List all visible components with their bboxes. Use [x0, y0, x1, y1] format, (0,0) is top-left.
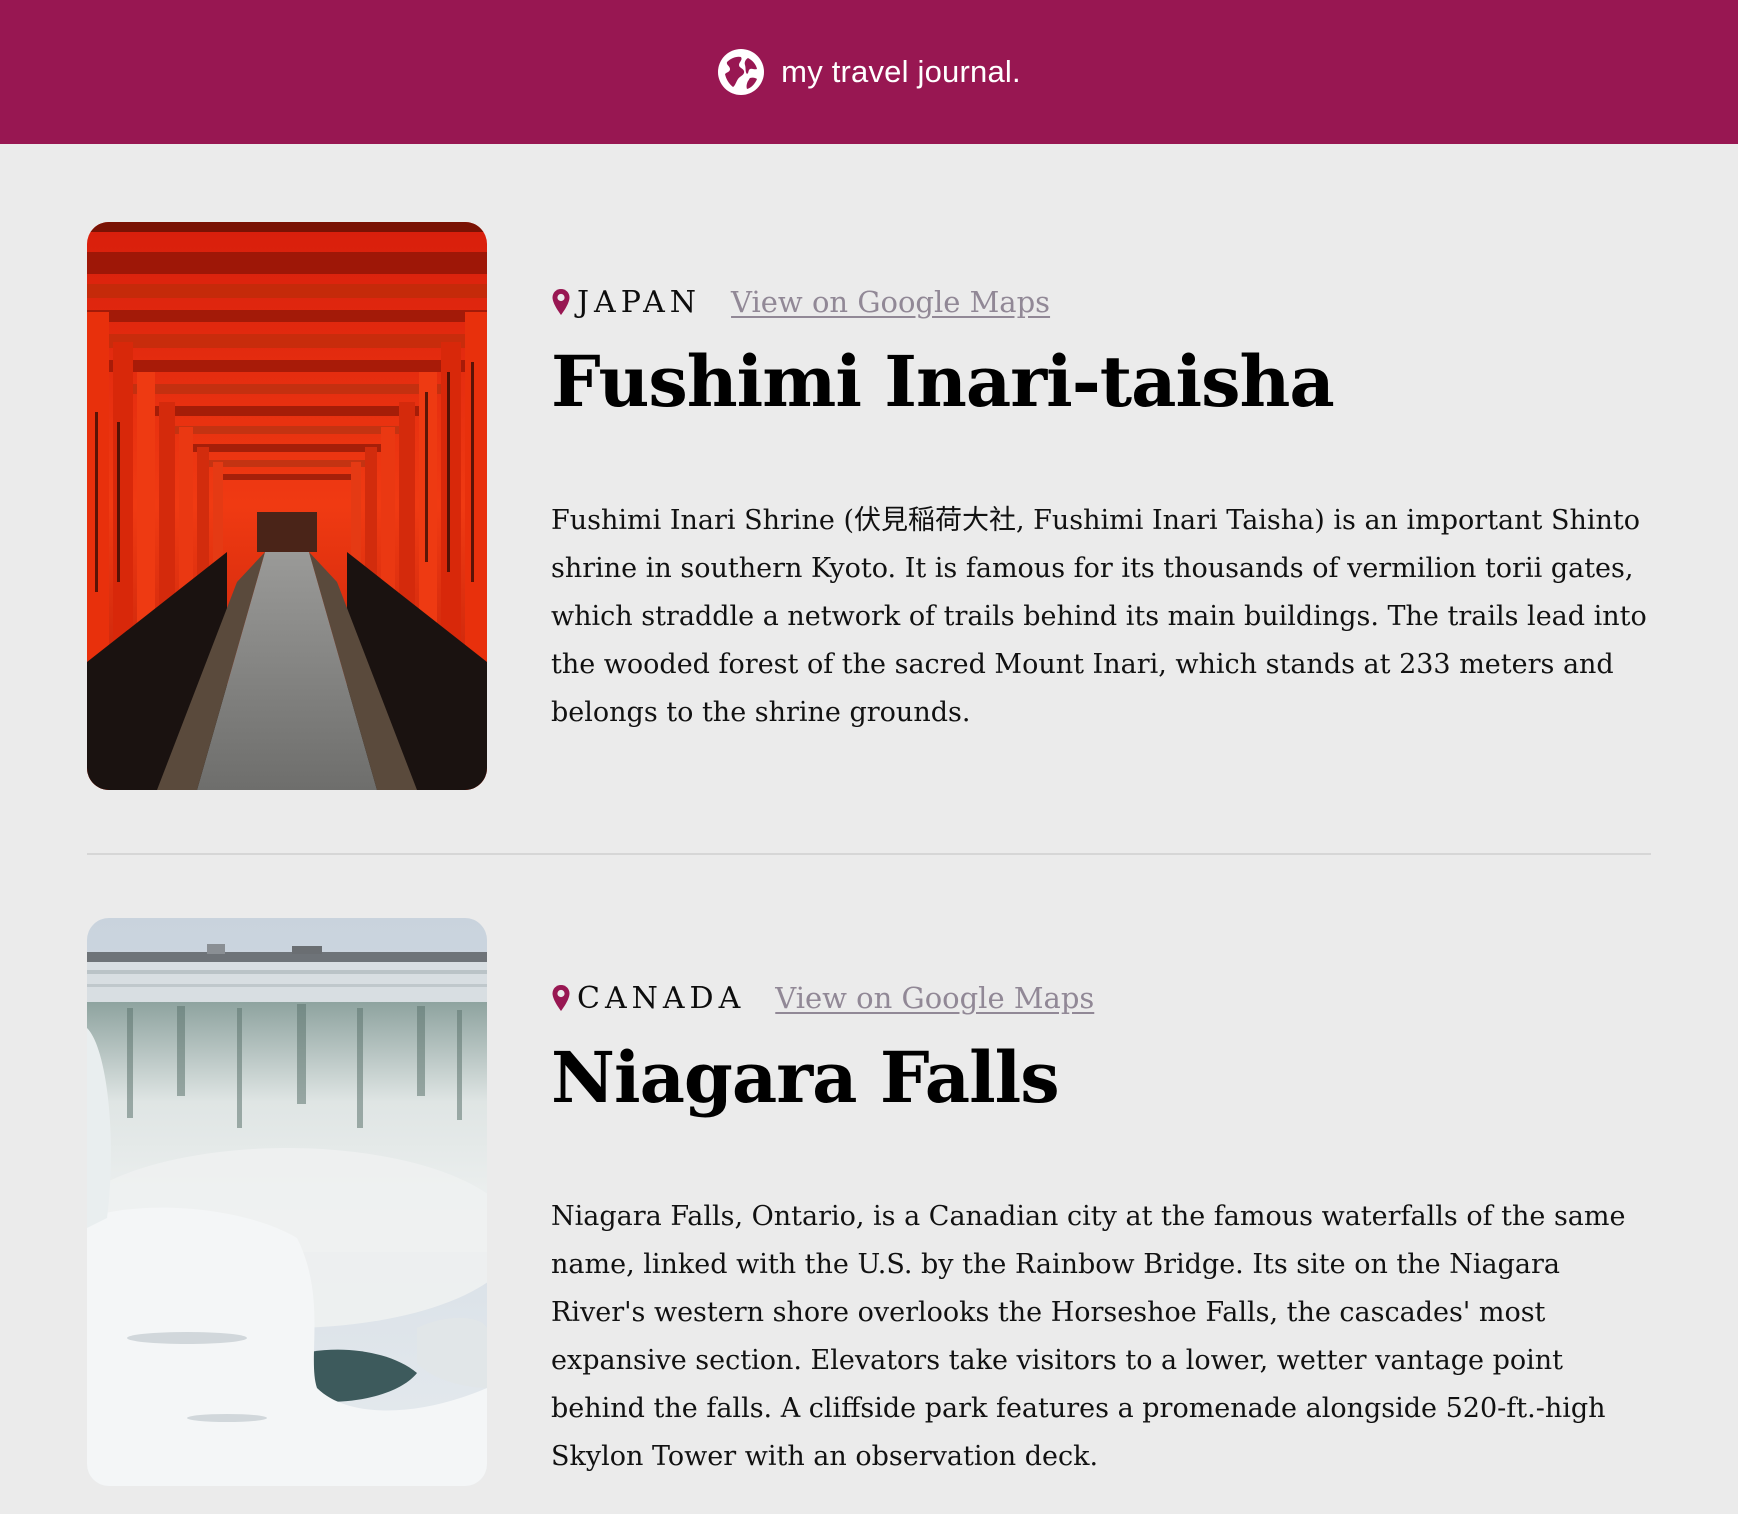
country-label: JAPAN — [577, 284, 702, 320]
country-label: CANADA — [577, 980, 746, 1016]
niagara-falls-photo — [87, 918, 487, 1486]
entry-description: Fushimi Inari Shrine (伏見稲荷大社, Fushimi In… — [551, 505, 1647, 728]
entry-description: Niagara Falls, Ontario, is a Canadian ci… — [551, 1201, 1626, 1472]
globe-icon — [718, 49, 765, 95]
entry-location: JAPAN View on Google Maps — [551, 282, 1651, 322]
entry-title: Fushimi Inari-taisha — [551, 340, 1335, 423]
entry-divider — [87, 853, 1651, 855]
google-maps-link[interactable]: View on Google Maps — [731, 285, 1050, 319]
entry-info: CANADA View on Google Maps Niagara Falls… — [551, 918, 1651, 1481]
journal-entry: JAPAN View on Google Maps Fushimi Inari-… — [87, 222, 1651, 790]
journal-entry: CANADA View on Google Maps Niagara Falls… — [87, 918, 1651, 1486]
google-maps-link[interactable]: View on Google Maps — [775, 981, 1094, 1015]
top-navbar: my travel journal. — [0, 0, 1738, 144]
entry-location: CANADA View on Google Maps — [551, 978, 1651, 1018]
journal-entries: JAPAN View on Google Maps Fushimi Inari-… — [0, 144, 1738, 1486]
location-pin-icon — [552, 289, 570, 315]
entry-title: Niagara Falls — [551, 1036, 1060, 1119]
entry-info: JAPAN View on Google Maps Fushimi Inari-… — [551, 222, 1651, 737]
location-pin-icon — [552, 985, 570, 1011]
torii-gates-photo — [87, 222, 487, 790]
brand-title: my travel journal. — [781, 54, 1021, 89]
